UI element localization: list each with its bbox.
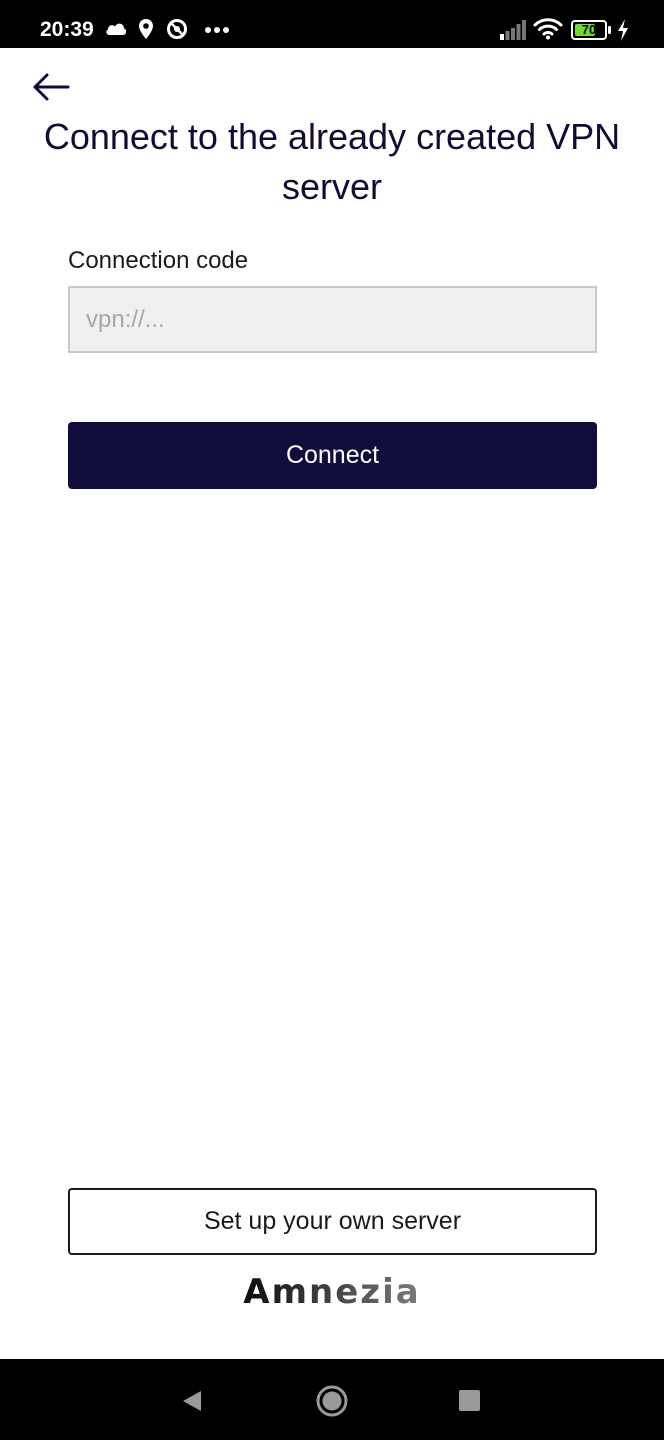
arrow-left-icon bbox=[33, 73, 70, 101]
signal-icon bbox=[500, 20, 526, 40]
amnezia-logo: Amnezia bbox=[0, 1270, 664, 1314]
connect-button[interactable]: Connect bbox=[68, 422, 597, 489]
connection-code-label: Connection code bbox=[68, 247, 249, 274]
wifi-icon bbox=[533, 18, 563, 40]
nav-back-icon[interactable] bbox=[172, 1381, 212, 1421]
charging-icon bbox=[618, 19, 628, 41]
connection-code-input[interactable] bbox=[68, 286, 597, 353]
nav-recents-icon[interactable] bbox=[450, 1381, 490, 1421]
do-not-disturb-icon bbox=[167, 19, 187, 39]
screen: 20:39 70 Connect to the already created … bbox=[0, 0, 664, 1440]
nav-home-icon[interactable] bbox=[312, 1381, 352, 1421]
back-button[interactable] bbox=[30, 68, 74, 108]
battery-icon: 70 bbox=[571, 20, 607, 40]
more-dots-icon bbox=[205, 27, 229, 33]
status-bar: 20:39 70 bbox=[0, 0, 664, 48]
setup-own-server-button[interactable]: Set up your own server bbox=[68, 1188, 597, 1255]
page-title: Connect to the already created VPN serve… bbox=[43, 116, 621, 207]
navigation-bar bbox=[0, 1359, 664, 1440]
cloud-icon bbox=[106, 23, 127, 35]
battery-nub bbox=[608, 26, 611, 34]
location-icon bbox=[139, 19, 153, 39]
battery-level: 70 bbox=[581, 22, 597, 37]
status-time: 20:39 bbox=[40, 18, 94, 41]
